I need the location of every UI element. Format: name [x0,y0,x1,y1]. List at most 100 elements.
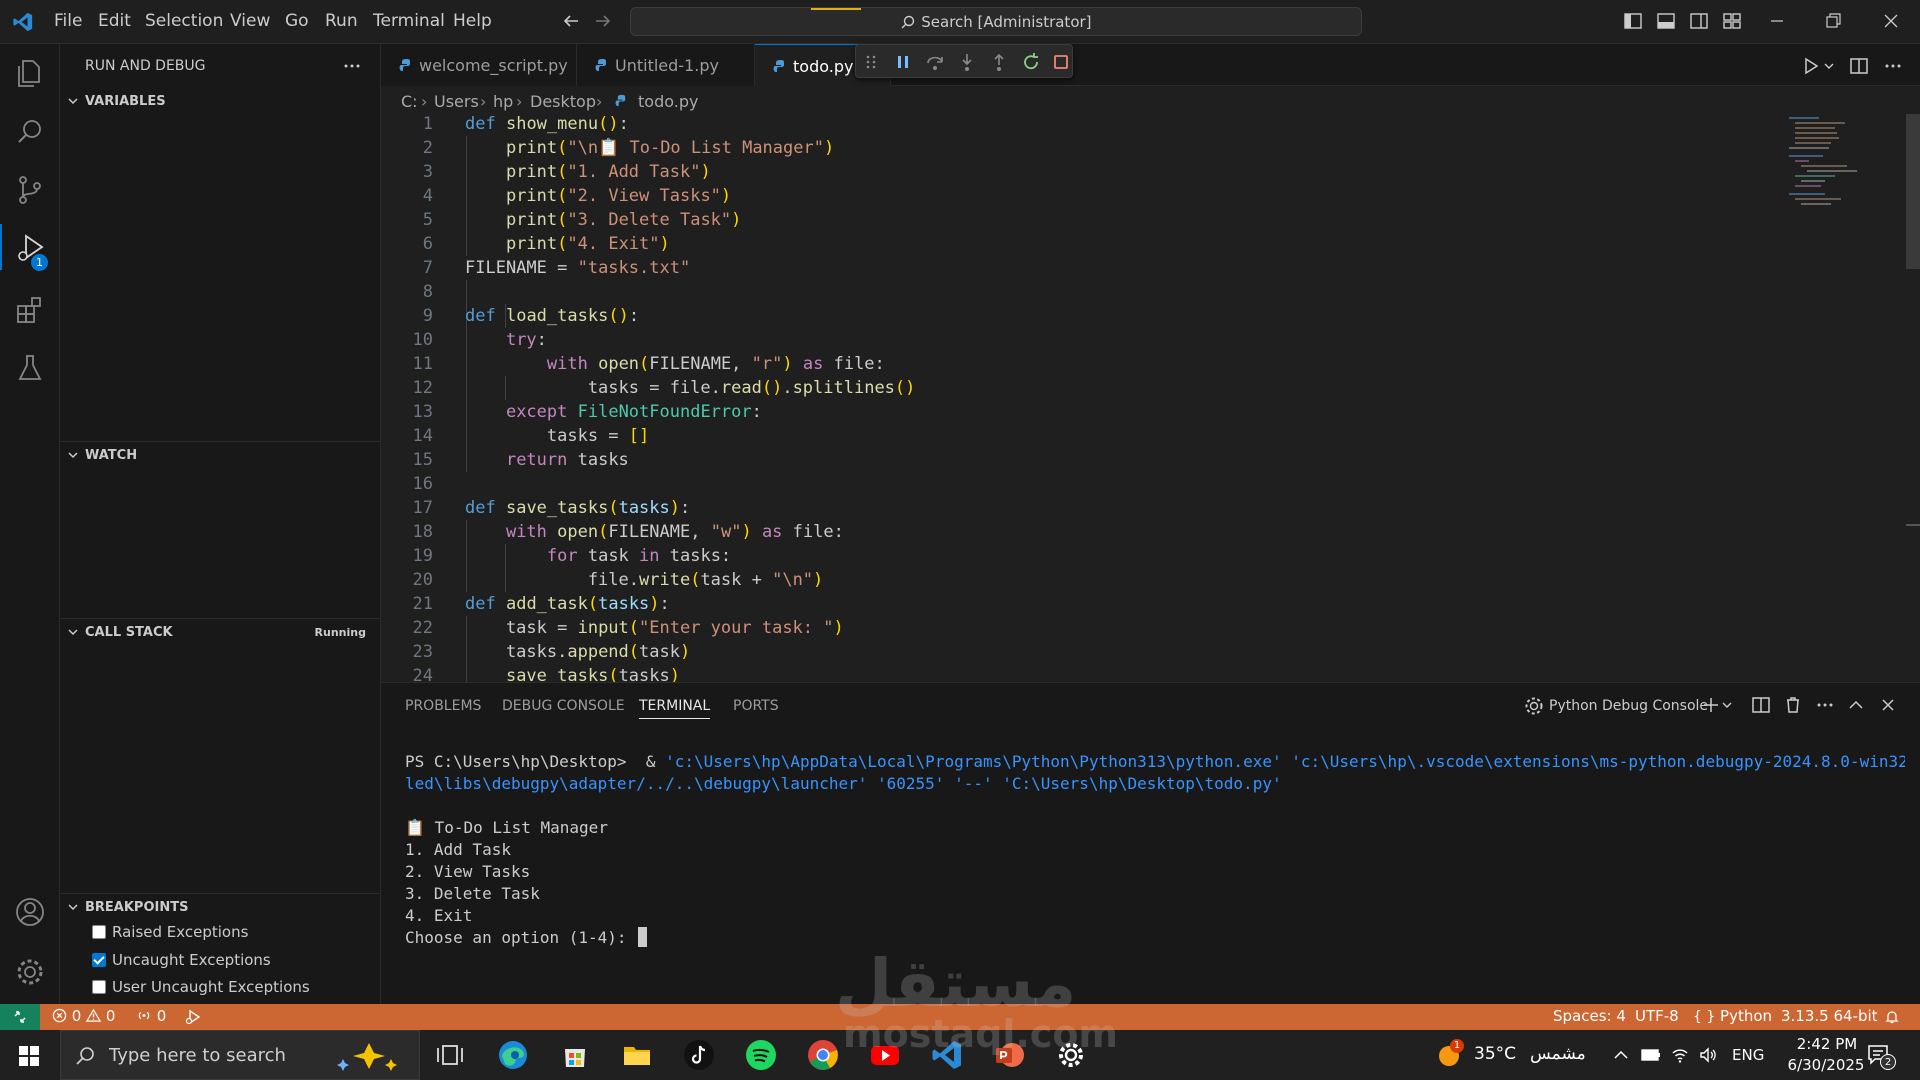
checkbox[interactable] [92,980,106,994]
step-over-icon[interactable] [924,51,946,73]
chevron-down-icon[interactable] [1721,699,1733,711]
language-mode[interactable]: { } Python [1693,1007,1772,1025]
close-window-icon[interactable] [1880,10,1902,32]
minimize-window-icon[interactable] [1766,10,1788,32]
editor-scrollbar-thumb[interactable] [1906,114,1920,269]
testing-flask-icon[interactable] [12,350,48,386]
step-out-icon[interactable] [988,51,1010,73]
chrome-browser-icon[interactable] [806,1038,840,1072]
terminal-name[interactable]: Python Debug Console [1549,698,1708,714]
manage-gear-icon[interactable] [12,954,48,990]
tab-untitled-1[interactable]: Untitled-1.py [577,44,755,86]
breakpoints-section-header[interactable]: BREAKPOINTS [60,893,381,921]
tiktok-icon[interactable] [682,1038,716,1072]
panel-tab-problems[interactable]: PROBLEMS [405,698,481,714]
error-icon [52,1008,67,1023]
split-editor-icon[interactable] [1849,56,1869,76]
menu-file[interactable]: File [54,11,82,31]
breadcrumb-file[interactable]: todo.py [638,92,698,111]
terminal[interactable]: PS C:\Users\hp\Desktop> & 'c:\Users\hp\A… [381,733,1920,1003]
panel-tab-debug-console[interactable]: DEBUG CONSOLE [502,698,625,714]
panel-tab-terminal[interactable]: TERMINAL [639,698,711,719]
checkbox[interactable] [92,953,106,967]
wifi-icon[interactable] [1670,1045,1690,1065]
drag-handle-icon[interactable] [860,51,882,73]
minimap[interactable] [1789,114,1869,242]
breadcrumb-drive[interactable]: C: [401,92,418,111]
explorer-icon[interactable] [12,56,48,92]
microsoft-store-icon[interactable] [558,1038,592,1072]
code-editor[interactable]: 1 def show_menu(): 2 print("\n📋 To-Do Lis… [381,112,1920,682]
code-line: 6 print("4. Exit") [422,234,670,254]
chevron-up-icon[interactable] [1612,1046,1630,1064]
maximize-panel-chevron-up-icon[interactable] [1846,695,1866,715]
toggle-panel-icon[interactable] [1655,10,1677,32]
weather-description[interactable]: مشمس [1530,1044,1586,1064]
toggle-secondary-sidebar-icon[interactable] [1688,10,1710,32]
back-arrow-icon[interactable] [560,10,582,32]
file-explorer-icon[interactable] [620,1038,654,1072]
ports-indicator[interactable]: 0 [136,1007,166,1025]
indentation-indicator[interactable]: Spaces: 4 [1553,1007,1626,1025]
menu-terminal[interactable]: Terminal [373,11,445,31]
encoding-indicator[interactable]: UTF-8 [1635,1007,1679,1025]
edge-browser-icon[interactable] [496,1038,530,1072]
variables-section-header[interactable]: VARIABLES [60,88,381,116]
checkbox[interactable] [92,925,106,939]
breadcrumb-desktop[interactable]: Desktop [530,92,596,111]
more-actions-icon[interactable] [1815,695,1835,715]
remote-indicator[interactable] [0,1004,40,1030]
restore-window-icon[interactable] [1822,10,1844,32]
chevron-down-icon [68,452,78,459]
pause-icon[interactable] [892,51,914,73]
forward-arrow-icon[interactable] [592,10,614,32]
volume-icon[interactable] [1698,1045,1718,1065]
call-stack-section-header[interactable]: CALL STACK Running [60,618,381,646]
input-language[interactable]: ENG [1732,1046,1764,1064]
close-panel-icon[interactable] [1878,695,1898,715]
taskbar-search[interactable]: Type here to search [60,1030,420,1080]
new-terminal-plus-icon[interactable] [1701,695,1721,715]
panel-tab-ports[interactable]: PORTS [733,698,779,714]
debug-launch-icon[interactable] [184,1009,202,1025]
step-into-icon[interactable] [956,51,978,73]
terminal-line: 📋 To-Do List Manager [405,818,608,837]
toggle-primary-sidebar-icon[interactable] [1622,10,1644,32]
weather-temperature[interactable]: 35°C [1474,1044,1516,1064]
battery-icon[interactable] [1640,1046,1662,1064]
clock-date[interactable]: 6/30/2025 [1776,1056,1876,1074]
menu-help[interactable]: Help [453,11,492,31]
accounts-icon[interactable] [12,894,48,930]
split-terminal-icon[interactable] [1751,695,1771,715]
menu-go[interactable]: Go [285,11,309,31]
notifications-bell-icon[interactable] [1884,1009,1900,1025]
terminal-input-line[interactable]: Choose an option (1-4): [405,927,648,949]
windows-start-icon[interactable] [18,1045,40,1067]
trash-icon[interactable] [1783,695,1803,715]
terminal-line: PS C:\Users\hp\Desktop> & 'c:\Users\hp\A… [405,752,1905,771]
run-file-play-icon[interactable] [1801,56,1821,76]
restart-icon[interactable] [1020,51,1042,73]
clock-time[interactable]: 2:42 PM [1784,1035,1870,1053]
more-actions-icon[interactable] [342,58,362,74]
task-view-icon[interactable] [432,1038,466,1072]
menu-run[interactable]: Run [325,11,358,31]
stop-icon[interactable] [1050,51,1072,73]
watch-section-header[interactable]: WATCH [60,441,381,469]
source-control-icon[interactable] [12,172,48,208]
extensions-icon[interactable] [12,292,48,328]
menu-selection[interactable]: Selection [145,11,223,31]
search-view-icon[interactable] [12,114,48,150]
menu-edit[interactable]: Edit [98,11,131,31]
problems-indicator[interactable]: 0 0 [52,1007,115,1025]
tab-welcome-script[interactable]: welcome_script.py [381,44,577,86]
spotify-icon[interactable] [744,1038,778,1072]
more-actions-icon[interactable] [1883,56,1903,76]
command-center-search[interactable]: Search [Administrator] [630,7,1362,36]
menu-view[interactable]: View [230,11,270,31]
customize-layout-icon[interactable] [1721,10,1743,32]
python-interpreter[interactable]: 3.13.5 64-bit [1781,1007,1878,1025]
chevron-down-icon[interactable] [1823,60,1835,72]
breadcrumb-users[interactable]: Users [434,92,479,111]
breadcrumb-hp[interactable]: hp [493,92,513,111]
